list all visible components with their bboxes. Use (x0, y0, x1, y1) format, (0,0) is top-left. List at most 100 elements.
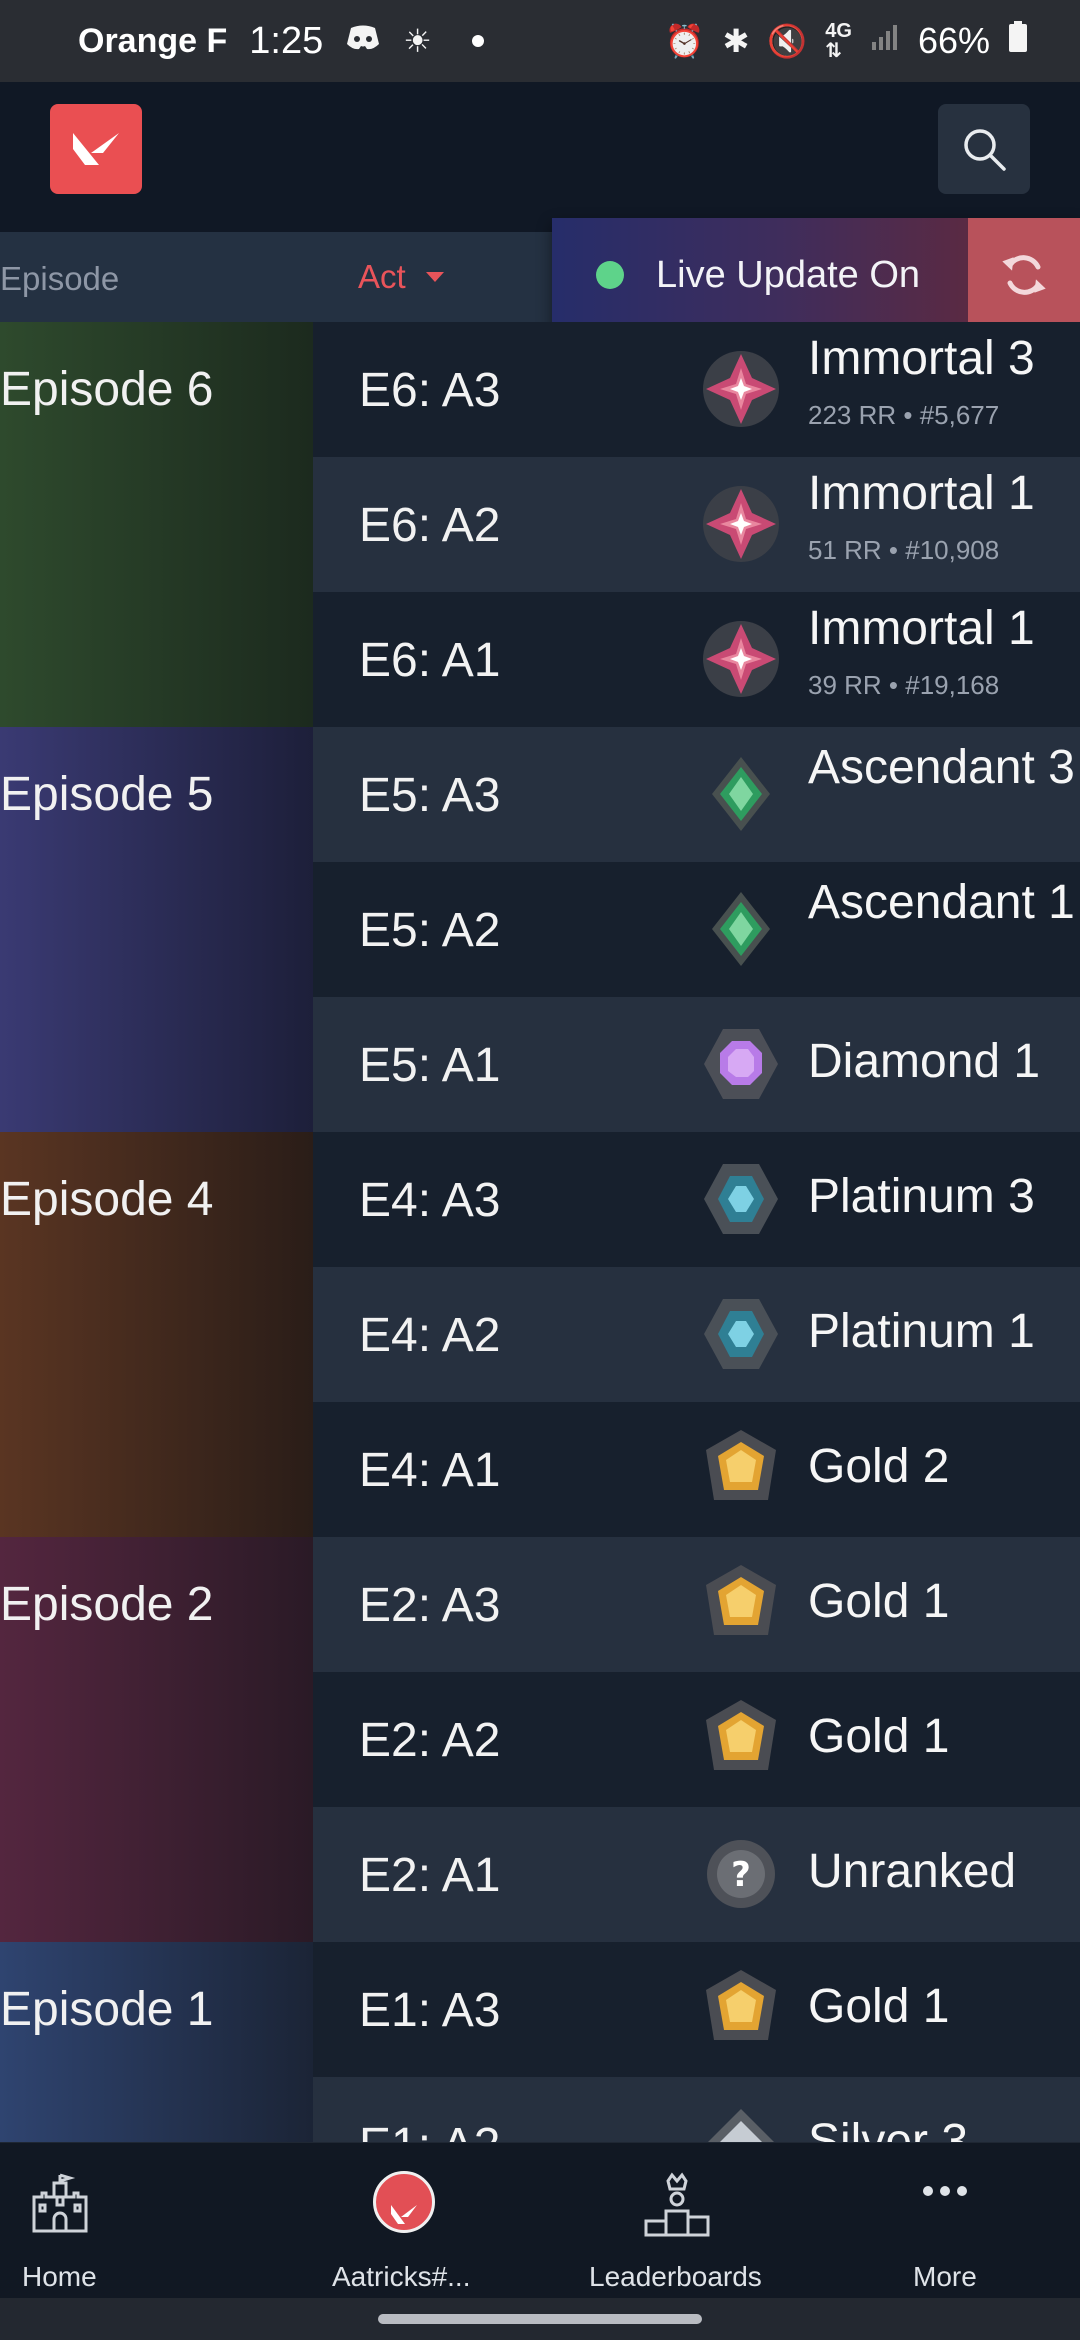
episode-cell (0, 997, 313, 1132)
season-rank-table[interactable]: Episode 6 E6: A3 Immortal 3 223 RR • #5,677… (0, 322, 1080, 2142)
table-row[interactable]: Episode 1 E1: A3 Gold 1 (0, 1942, 1080, 2077)
platinum-rank-icon (698, 1156, 784, 1242)
nav-more-label: More (913, 2261, 977, 2292)
act-label: E4: A2 (359, 1309, 501, 1362)
episode-cell: Episode 1 (0, 1942, 313, 2077)
4g-icon: 4G ⇅ (825, 20, 852, 62)
rank-name: Gold 1 (808, 1980, 950, 2033)
nav-profile[interactable]: Aatricks#... (320, 2143, 490, 2299)
immortal-rank-icon (698, 481, 784, 567)
act-cell: E2: A1 (313, 1807, 672, 1942)
table-row[interactable]: E5: A2 Ascendant 1 (0, 862, 1080, 997)
episode-cell: Episode 4 (0, 1132, 313, 1267)
discord-icon (345, 23, 381, 60)
episode-cell (0, 1267, 313, 1402)
episode-cell (0, 1672, 313, 1807)
bluetooth-icon: ✱ (722, 23, 750, 59)
act-cell: E4: A3 (313, 1132, 672, 1267)
rank-name: Silver 3 (808, 2115, 969, 2143)
refresh-button[interactable] (968, 218, 1080, 332)
ascendant-rank-icon (698, 751, 784, 837)
table-row[interactable]: Episode 4 E4: A3 Platinum 3 (0, 1132, 1080, 1267)
table-row[interactable]: E6: A2 Immortal 1 51 RR • #10,908 (0, 457, 1080, 592)
table-row[interactable]: E2: A2 Gold 1 (0, 1672, 1080, 1807)
nav-leaderboards[interactable]: Leaderboards (580, 2143, 780, 2299)
act-label: E1: A2 (359, 2118, 500, 2142)
rank-name: Gold 1 (808, 1575, 950, 1628)
rank-cell: Immortal 1 51 RR • #10,908 (672, 457, 1080, 592)
battery-icon (1008, 21, 1028, 61)
nav-home[interactable]: Home (0, 2143, 120, 2299)
castle-icon (32, 2173, 88, 2233)
system-navigation-bar (0, 2298, 1080, 2340)
clock: 1:25 (249, 19, 324, 62)
episode-label: Episode 4 (0, 1173, 214, 1226)
episode-cell (0, 1402, 313, 1537)
act-label: E6: A2 (359, 499, 501, 552)
table-row[interactable]: E4: A2 Platinum 1 (0, 1267, 1080, 1402)
rank-name: Immortal 3 (808, 332, 1035, 385)
act-cell: E1: A2 (313, 2077, 672, 2142)
act-label: E2: A1 (359, 1849, 501, 1902)
table-row[interactable]: E1: A2 Silver 3 (0, 2077, 1080, 2142)
refresh-icon (1002, 255, 1046, 295)
table-row[interactable]: E2: A1 ? Unranked (0, 1807, 1080, 1942)
live-update-label: Live Update On (656, 253, 921, 296)
table-row[interactable]: Episode 6 E6: A3 Immortal 3 223 RR • #5,677 (0, 322, 1080, 457)
rank-cell: Gold 2 (672, 1402, 1080, 1537)
search-button[interactable] (938, 104, 1030, 194)
gold-rank-icon (698, 1696, 784, 1782)
gold-rank-icon (698, 1426, 784, 1512)
table-row[interactable]: E4: A1 Gold 2 (0, 1402, 1080, 1537)
table-row[interactable]: Episode 2 E2: A3 Gold 1 (0, 1537, 1080, 1672)
rank-name: Gold 2 (808, 1440, 950, 1493)
act-label: E6: A1 (359, 634, 501, 687)
episode-column-header[interactable]: Episode (0, 260, 119, 298)
nav-more[interactable]: More (900, 2143, 990, 2299)
rank-name: Ascendant 3 (808, 741, 1075, 794)
act-label: E1: A3 (359, 1984, 501, 2037)
live-update-toggle[interactable]: Live Update On (552, 218, 1080, 332)
table-row[interactable]: E6: A1 Immortal 1 39 RR • #19,168 (0, 592, 1080, 727)
act-cell: E2: A3 (313, 1537, 672, 1672)
gold-rank-icon (698, 1561, 784, 1647)
status-bar: Orange F 1:25 ☀ ⏰ ✱ 🔇 4G ⇅ 66% (0, 0, 1080, 82)
valorant-logo-icon[interactable] (50, 104, 142, 194)
rank-name: Ascendant 1 (808, 876, 1075, 929)
caret-down-icon (425, 272, 444, 282)
episode-cell (0, 1807, 313, 1942)
profile-avatar-icon (373, 2171, 435, 2233)
more-dots-icon (923, 2186, 967, 2196)
act-label: E4: A1 (359, 1444, 501, 1497)
immortal-rank-icon (698, 616, 784, 702)
rank-cell: Diamond 1 (672, 997, 1080, 1132)
nav-home-label: Home (22, 2261, 97, 2292)
act-column-header[interactable]: Act (358, 258, 444, 296)
episode-label: Episode 5 (0, 768, 214, 821)
alarm-icon: ⏰ (664, 23, 705, 59)
act-cell: E4: A1 (313, 1402, 672, 1537)
home-gesture-pill[interactable] (378, 2314, 702, 2324)
act-cell: E4: A2 (313, 1267, 672, 1402)
rank-cell: Gold 1 (672, 1672, 1080, 1807)
rank-cell: Silver 3 (672, 2077, 1080, 2142)
table-row[interactable]: E5: A1 Diamond 1 (0, 997, 1080, 1132)
unranked-rank-icon: ? (698, 1831, 784, 1917)
rank-cell: Ascendant 1 (672, 862, 1080, 997)
rank-cell: ? Unranked (672, 1807, 1080, 1942)
table-row[interactable]: Episode 5 E5: A3 Ascendant 3 (0, 727, 1080, 862)
carrier-name: Orange F (78, 21, 228, 60)
episode-cell (0, 592, 313, 727)
rank-cell: Gold 1 (672, 1537, 1080, 1672)
ascendant-rank-icon (698, 886, 784, 972)
brightness-icon: ☀ (403, 23, 432, 59)
episode-cell: Episode 6 (0, 322, 313, 457)
episode-label: Episode 6 (0, 363, 214, 416)
act-label: E6: A3 (359, 364, 501, 417)
act-cell: E6: A3 (313, 322, 672, 457)
rank-name: Immortal 1 (808, 467, 1035, 520)
gold-rank-icon (698, 1966, 784, 2052)
act-label: E2: A3 (359, 1579, 501, 1632)
app-header (0, 82, 1080, 232)
episode-cell: Episode 2 (0, 1537, 313, 1672)
